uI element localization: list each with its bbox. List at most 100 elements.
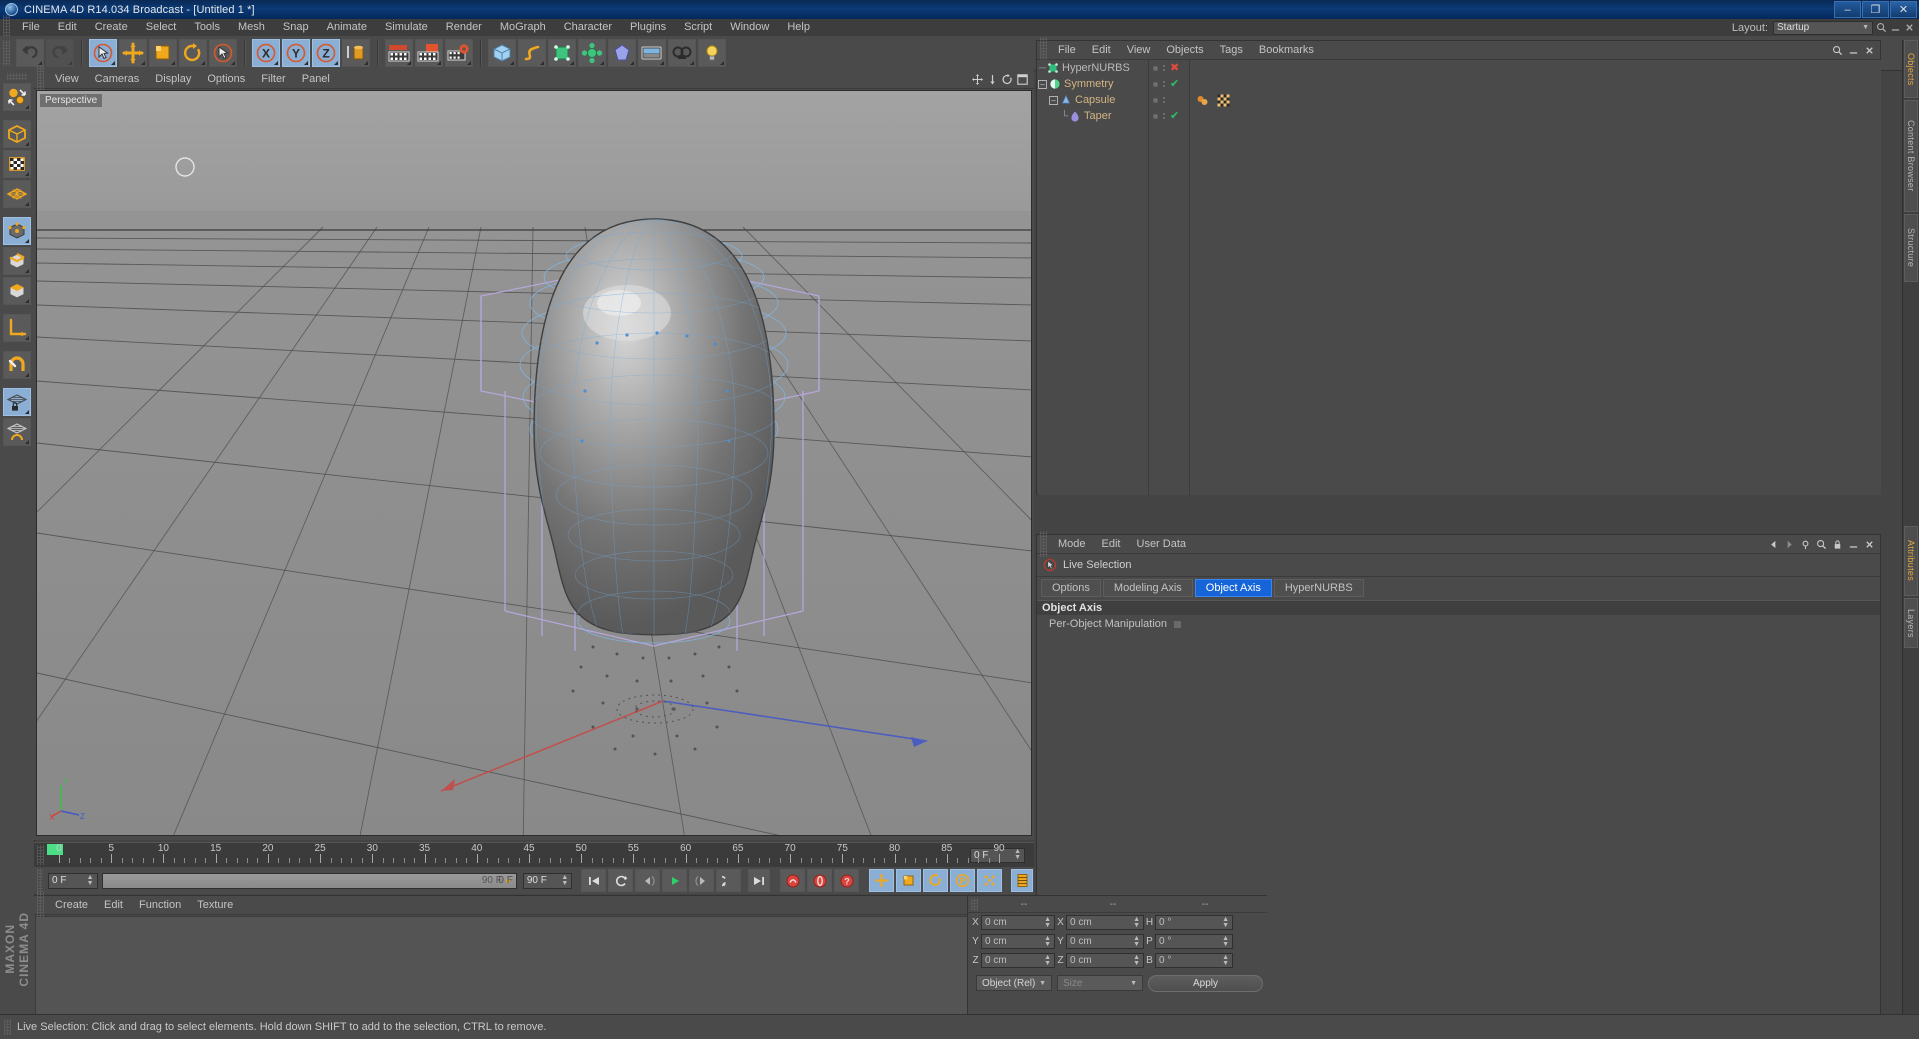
pin-icon[interactable] — [1800, 539, 1811, 550]
matmenu-create[interactable]: Create — [47, 896, 96, 914]
disabled-x-icon[interactable]: ✖ — [1170, 62, 1179, 74]
stepper-icon[interactable]: ▲ ▼ — [1222, 935, 1229, 948]
render-settings-button[interactable] — [445, 39, 473, 67]
side-tab-content-browser[interactable]: Content Browser — [1904, 100, 1918, 212]
parameter-key-button[interactable]: P — [950, 869, 976, 892]
play-loop-button[interactable] — [716, 869, 742, 892]
coord-input-z-position[interactable]: 0 cm ▲ ▼ — [981, 953, 1055, 968]
coord-input-b[interactable]: 0 ° ▲ ▼ — [1155, 953, 1233, 968]
redo-button[interactable] — [46, 39, 74, 67]
timeline-grip[interactable] — [37, 845, 44, 865]
matmenu-edit[interactable]: Edit — [96, 896, 131, 914]
rotation-key-button[interactable] — [923, 869, 949, 892]
object-toggle-taper[interactable]: ✔ — [1149, 108, 1189, 124]
add-nurbs-button[interactable] — [548, 39, 576, 67]
menu-help[interactable]: Help — [778, 19, 819, 36]
object-row-hypernurbs[interactable]: ─ HyperNURBS — [1038, 60, 1148, 76]
menu-tools[interactable]: Tools — [185, 19, 229, 36]
side-tab-layers[interactable]: Layers — [1904, 598, 1918, 648]
pan-view-icon[interactable] — [972, 73, 983, 85]
go-to-start-button[interactable] — [581, 869, 607, 892]
range-end-field[interactable]: 90 F ▲ ▼ — [522, 872, 573, 889]
world-object-coordinates-button[interactable] — [342, 39, 370, 67]
expander-minus-icon[interactable]: – — [1049, 95, 1058, 105]
enabled-check-icon[interactable]: ✔ — [1170, 78, 1179, 90]
add-camera-button[interactable] — [668, 39, 696, 67]
mode-texture-button[interactable] — [3, 150, 31, 178]
autokeying-button[interactable] — [807, 869, 833, 892]
tab-hypernurbs[interactable]: HyperNURBS — [1273, 579, 1364, 597]
editor-render-dots[interactable] — [1163, 81, 1165, 87]
edges-mode-button[interactable] — [3, 247, 31, 275]
visibility-dot-icon[interactable] — [1153, 113, 1158, 119]
object-tree[interactable]: ─ HyperNURBS – Symmetry – Capsule └ Tape… — [1038, 60, 1881, 495]
editor-render-dots[interactable] — [1163, 113, 1165, 119]
layout-dropdown[interactable]: Startup ▼ — [1773, 20, 1873, 35]
side-tab-attributes[interactable]: Attributes — [1904, 526, 1918, 596]
viewport-menu-panel[interactable]: Panel — [294, 70, 338, 88]
previous-frame-button[interactable] — [635, 869, 661, 892]
coordinate-grip[interactable] — [971, 898, 978, 910]
material-manager-grip[interactable] — [37, 892, 44, 918]
enabled-check-icon[interactable]: ✔ — [1170, 110, 1179, 122]
visibility-dot-icon[interactable] — [1153, 97, 1158, 103]
coord-input-p[interactable]: 0 ° ▲ ▼ — [1155, 934, 1233, 949]
current-frame-field[interactable]: 0 F ▲ ▼ — [48, 872, 98, 889]
object-row-capsule[interactable]: – Capsule — [1038, 92, 1148, 108]
undo-button[interactable] — [16, 39, 44, 67]
lock-x-axis-button[interactable]: X — [252, 39, 280, 67]
record-active-objects-button[interactable] — [780, 869, 806, 892]
add-deformer-button[interactable] — [608, 39, 636, 67]
scale-button[interactable] — [149, 39, 177, 67]
viewport-menu-cameras[interactable]: Cameras — [87, 70, 148, 88]
menu-plugins[interactable]: Plugins — [621, 19, 675, 36]
prev-icon[interactable] — [1768, 539, 1779, 550]
tab-object-axis[interactable]: Object Axis — [1194, 579, 1272, 597]
objmenu-file[interactable]: File — [1050, 41, 1084, 59]
stepper-icon[interactable]: ▲ ▼ — [1014, 848, 1021, 861]
attrmenu-edit[interactable]: Edit — [1094, 535, 1129, 553]
coordinate-mode-dropdown[interactable]: Object (Rel) ▼ — [976, 975, 1052, 991]
search-icon[interactable] — [1816, 539, 1827, 550]
move-button[interactable] — [119, 39, 147, 67]
menu-file[interactable]: File — [13, 19, 49, 36]
add-light-button[interactable] — [698, 39, 726, 67]
add-cube-button[interactable] — [488, 39, 516, 67]
material-list[interactable] — [35, 916, 998, 1016]
render-to-picture-viewer-button[interactable] — [415, 39, 443, 67]
menu-render[interactable]: Render — [437, 19, 491, 36]
position-key-button[interactable] — [869, 869, 895, 892]
keyframe-selection-button[interactable]: ? — [834, 869, 860, 892]
snap-magnet-button[interactable] — [3, 351, 31, 379]
coordinate-size-dropdown[interactable]: Size ▼ — [1057, 975, 1143, 991]
minimize-icon[interactable] — [1890, 22, 1901, 33]
matmenu-function[interactable]: Function — [131, 896, 189, 914]
attribute-manager-grip[interactable] — [1040, 531, 1047, 557]
attrmenu-user-data[interactable]: User Data — [1129, 535, 1195, 553]
side-tab-objects[interactable]: Objects — [1904, 40, 1918, 98]
stepper-icon[interactable]: ▲ ▼ — [1133, 935, 1140, 948]
animation-toolbar-grip[interactable] — [37, 867, 44, 894]
side-tab-structure[interactable]: Structure — [1904, 214, 1918, 282]
editor-render-dots[interactable] — [1163, 97, 1165, 103]
tool-undo-redo-view-button[interactable] — [3, 83, 31, 111]
stepper-icon[interactable]: ▲ ▼ — [1133, 954, 1140, 967]
add-environment-button[interactable] — [638, 39, 666, 67]
mode-model-button[interactable] — [3, 120, 31, 148]
stepper-icon[interactable]: ▲ ▼ — [1222, 954, 1229, 967]
attribute-row-per-object-manipulation[interactable]: Per-Object Manipulation — [1037, 615, 1880, 633]
status-grip[interactable] — [4, 1019, 11, 1035]
lock-icon[interactable] — [1832, 539, 1843, 550]
viewport-menu-grip[interactable] — [37, 66, 44, 92]
timeline-ruler[interactable]: 0 5 10 15 20 25 30 35 40 45 50 55 60 65 70 75 80 85 90 — [47, 843, 1005, 867]
lock-z-axis-button[interactable]: Z — [312, 39, 340, 67]
coord-input-y-size[interactable]: 0 cm ▲ ▼ — [1066, 934, 1144, 949]
dolly-view-icon[interactable] — [987, 74, 998, 85]
menu-mograph[interactable]: MoGraph — [491, 19, 555, 36]
objmenu-bookmarks[interactable]: Bookmarks — [1251, 41, 1322, 59]
coord-input-h[interactable]: 0 ° ▲ ▼ — [1155, 915, 1233, 930]
menu-select[interactable]: Select — [137, 19, 186, 36]
texture-tag-icon[interactable] — [1217, 94, 1230, 107]
timeline-scrub-slider[interactable]: 0 F 90 F ► — [101, 872, 517, 889]
close-icon[interactable] — [1864, 45, 1875, 56]
